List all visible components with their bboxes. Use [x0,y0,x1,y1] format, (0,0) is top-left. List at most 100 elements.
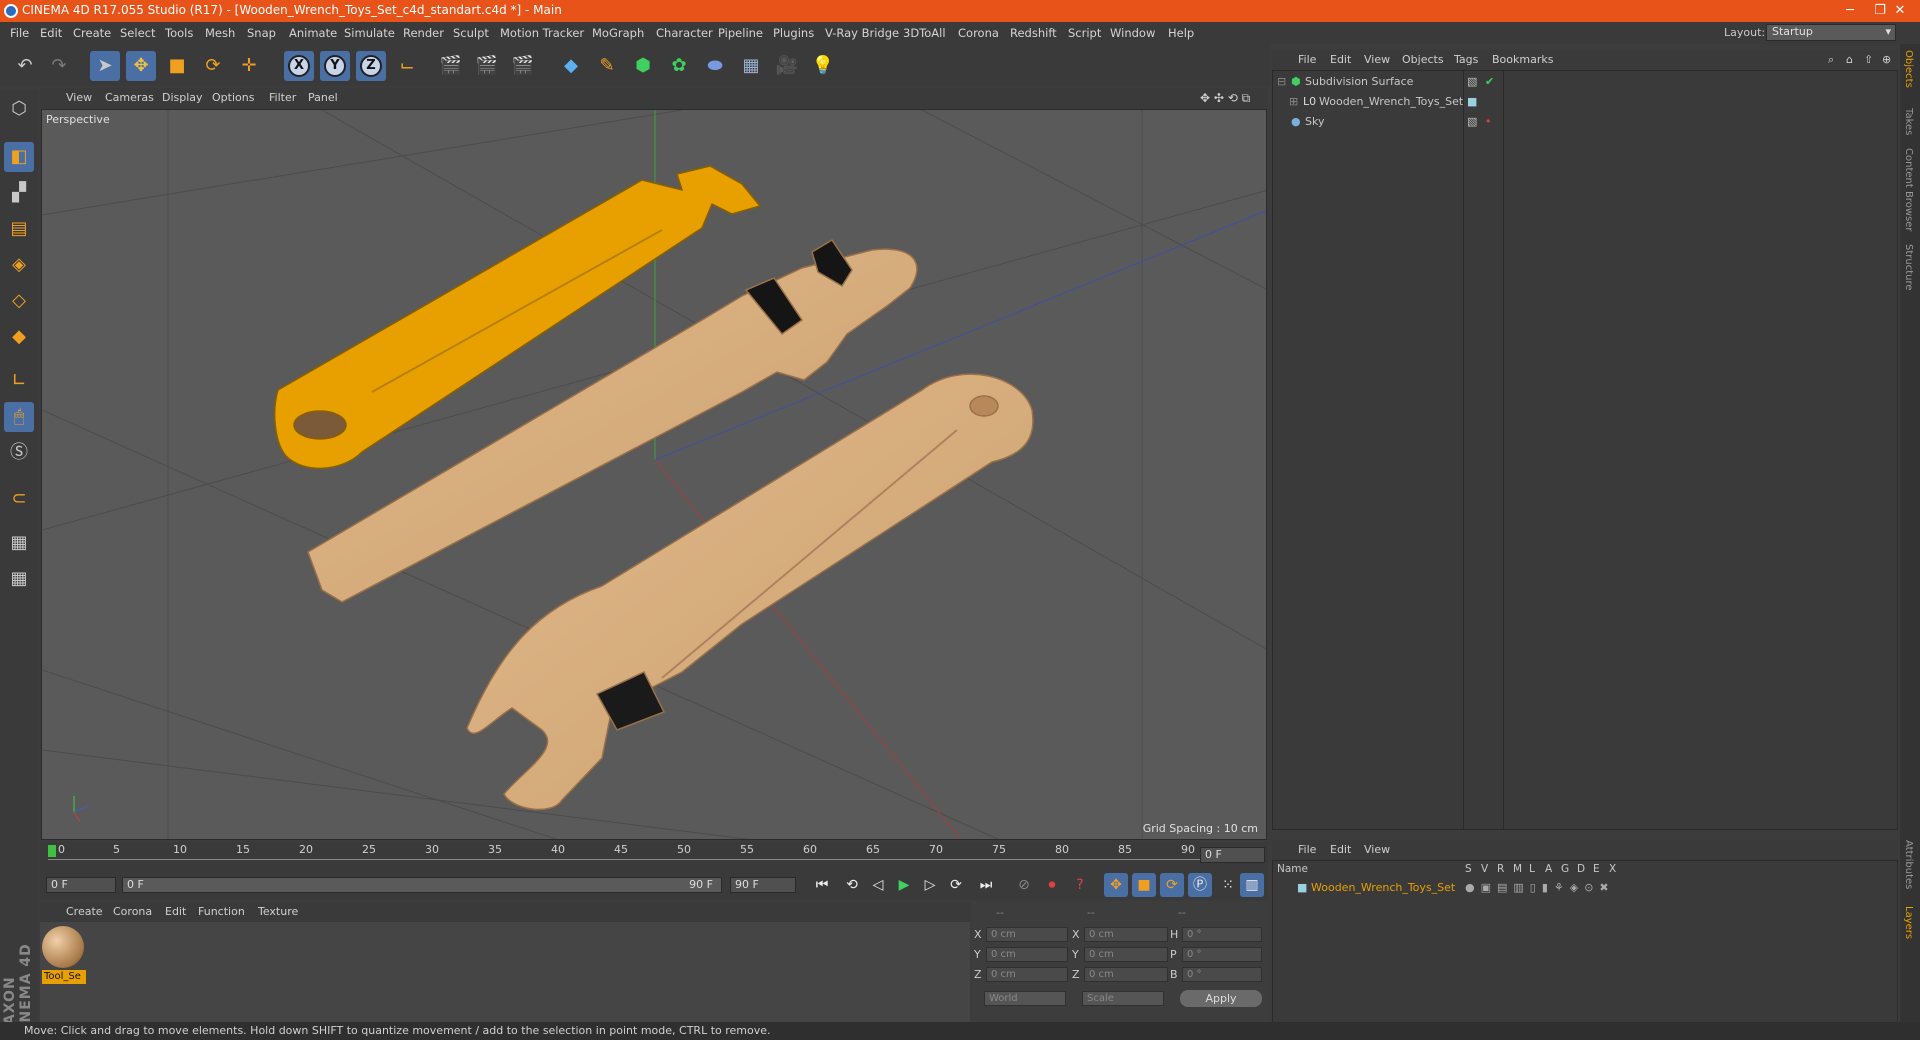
render-settings-button[interactable]: 🎬 [508,51,538,81]
layer-toggle-icons[interactable]: ●▣▤▥▯▮⚘◈⊙✖ [1465,879,1615,897]
menu-character[interactable]: Character [656,26,713,40]
tab-layers[interactable]: Layers [1903,906,1914,939]
size-mode-dropdown[interactable]: Scale [1082,991,1164,1006]
layer-col-solo[interactable]: S [1465,863,1472,875]
end-frame-field[interactable]: 90 F [730,877,796,893]
menu-redshift[interactable]: Redshift [1010,26,1057,40]
viewport-nav-icons[interactable]: ✥ ✣ ⟲ ⧉ [1200,91,1250,106]
object-row-subdivision-surface[interactable]: ⊟ ⬢ Subdivision Surface ▧ ✔ [1273,73,1897,91]
material-menu-create[interactable]: Create [66,905,103,918]
material-menu-function[interactable]: Function [198,905,245,918]
layer-col-view[interactable]: V [1481,863,1488,875]
viewport-menu-display[interactable]: Display [162,91,203,104]
viewport-menu-panel[interactable]: Panel [308,91,338,104]
objects-menu-view[interactable]: View [1364,53,1390,66]
material-menu-texture[interactable]: Texture [258,905,298,918]
layer-col-expressions[interactable]: E [1593,863,1600,875]
edges-mode-button[interactable]: ◇ [4,286,34,316]
playhead-marker[interactable] [48,845,56,857]
layer-col-manager[interactable]: M [1513,863,1522,875]
position-x-field[interactable]: 0 cm [986,927,1068,942]
object-row-sky[interactable]: ● Sky ▧ • [1273,113,1897,131]
y-axis-button[interactable]: Y [320,51,350,81]
menu-edit[interactable]: Edit [40,26,62,40]
polygons-mode-button[interactable]: ◆ [4,322,34,352]
magnet-button[interactable]: ⊂ [4,484,34,514]
rotation-p-field[interactable]: 0 ° [1182,947,1262,962]
make-editable-button[interactable]: ⬡ [4,94,34,124]
object-row-wooden-wrench-toys-set[interactable]: ⊞ L0 Wooden_Wrench_Toys_Set ■ [1273,93,1897,111]
cloner-button[interactable]: ✿ [664,51,694,81]
coordinate-space-dropdown[interactable]: World [984,991,1066,1006]
menu-help[interactable]: Help [1168,26,1194,40]
key-point-level-button[interactable]: ⁙ [1216,873,1240,897]
viewport-menu-cameras[interactable]: Cameras [105,91,154,104]
timeline-window-button[interactable]: ▥ [1240,873,1264,897]
material-menu-corona[interactable]: Corona [113,905,152,918]
texture-mode-button[interactable]: ▞ [4,178,34,208]
menu-mesh[interactable]: Mesh [205,26,235,40]
layer-col-locked[interactable]: L [1529,863,1535,875]
snap-button[interactable]: Ⓢ [4,438,34,468]
material-menu-edit[interactable]: Edit [165,905,186,918]
deformer-button[interactable]: ⬬ [700,51,730,81]
menu-plugins[interactable]: Plugins [773,26,814,40]
layer-col-render[interactable]: R [1497,863,1504,875]
size-y-field[interactable]: 0 cm [1084,947,1168,962]
model-mode-button[interactable]: ◧ [4,142,34,172]
floor-button[interactable]: ▦ [736,51,766,81]
menu-file[interactable]: File [10,26,29,40]
viewport-menu-options[interactable]: Options [212,91,254,104]
material-swatch[interactable] [42,926,84,968]
layer-col-generators[interactable]: G [1561,863,1569,875]
menu-motion-tracker[interactable]: Motion Tracker [500,26,584,40]
objects-menu-bookmarks[interactable]: Bookmarks [1492,53,1553,66]
enabled-check-icon[interactable]: ✔ [1485,73,1494,91]
layer-color-icon[interactable]: ■ [1467,93,1477,111]
go-to-end-button[interactable]: ⏭ [974,873,998,897]
material-name-label[interactable]: Tool_Se [42,970,86,984]
start-frame-field[interactable]: 0 F [46,877,116,893]
scale-tool-button[interactable]: ■ [162,51,192,81]
objects-menu-edit[interactable]: Edit [1330,53,1351,66]
next-key-button[interactable]: ⟳ [944,873,968,897]
play-button[interactable]: ▶ [892,873,916,897]
light-button[interactable]: 💡 [808,51,838,81]
render-dot-icon[interactable]: • [1485,113,1492,131]
layer-col-xref[interactable]: X [1609,863,1616,875]
size-x-field[interactable]: 0 cm [1084,927,1168,942]
size-z-field[interactable]: 0 cm [1084,967,1168,982]
tab-objects[interactable]: Objects [1903,50,1914,88]
viewport-menu-filter[interactable]: Filter [269,91,296,104]
tab-takes[interactable]: Takes [1903,108,1914,135]
new-view-icon[interactable]: ⊕ [1882,53,1891,66]
menu-simulate[interactable]: Simulate [344,26,395,40]
record-keys-button[interactable]: ⊘ [1012,873,1036,897]
menu-pipeline[interactable]: Pipeline [718,26,763,40]
tab-content-browser[interactable]: Content Browser [1903,148,1914,231]
rotate-tool-button[interactable]: ⟳ [198,51,228,81]
workplane-lock-button[interactable]: ▦ [4,528,34,558]
menu-vray-bridge[interactable]: V-Ray Bridge [825,26,899,40]
position-z-field[interactable]: 0 cm [986,967,1068,982]
layers-menu-edit[interactable]: Edit [1330,843,1351,856]
coordinate-system-button[interactable]: ⌙ [392,51,422,81]
tab-attributes[interactable]: Attributes [1903,840,1914,889]
layout-dropdown[interactable]: Startup ▾ [1766,24,1896,41]
position-y-field[interactable]: 0 cm [986,947,1068,962]
key-scale-button[interactable]: ■ [1132,873,1156,897]
autokey-button[interactable]: ⏺ [1040,873,1064,897]
cube-button[interactable]: ◆ [556,51,586,81]
menu-tools[interactable]: Tools [165,26,193,40]
menu-create[interactable]: Create [73,26,111,40]
viewport-menu-view[interactable]: View [66,91,92,104]
menu-mograph[interactable]: MoGraph [592,26,644,40]
layers-menu-file[interactable]: File [1298,843,1316,856]
axis-mode-button[interactable]: ∟ [4,366,34,396]
visibility-toggle-icon[interactable]: ▧ [1467,73,1477,91]
apply-button[interactable]: Apply [1180,990,1262,1007]
next-frame-button[interactable]: ▷ [918,873,942,897]
layer-row[interactable]: ■ Wooden_Wrench_Toys_Set ●▣▤▥▯▮⚘◈⊙✖ [1273,879,1897,897]
workplane-align-button[interactable]: ▦ [4,564,34,594]
objects-menu-file[interactable]: File [1298,53,1316,66]
